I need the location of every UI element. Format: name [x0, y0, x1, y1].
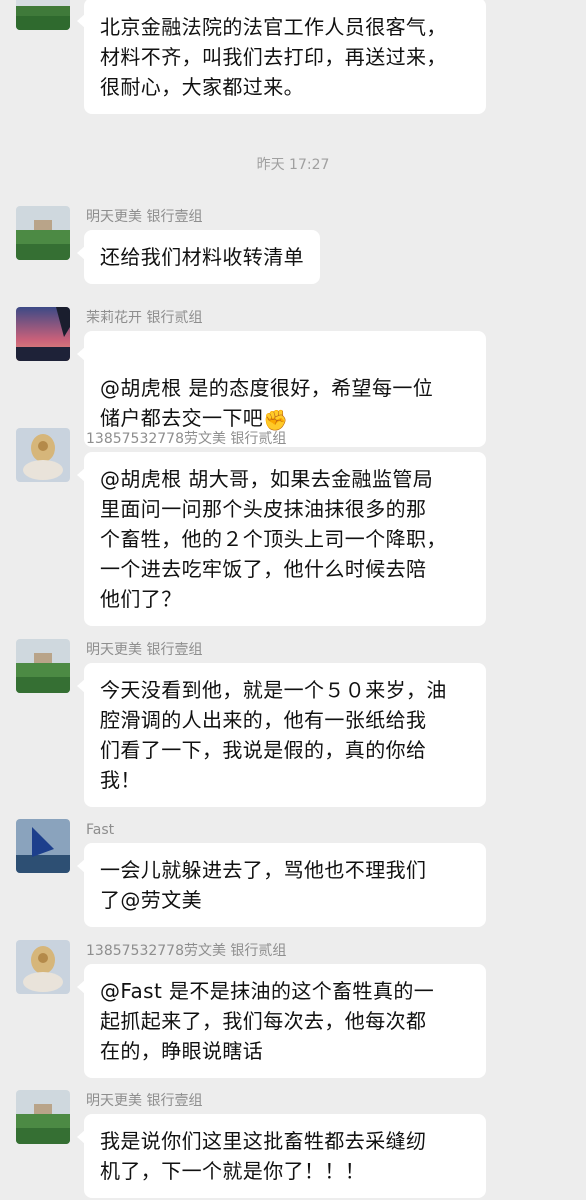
field-landscape-avatar-icon: [16, 206, 70, 260]
sender-name: Fast: [86, 822, 115, 838]
deity-statue-avatar-icon: [16, 428, 70, 482]
field-landscape-avatar-icon: [16, 0, 70, 30]
message-bubble[interactable]: @Fast 是不是抹油的这个畜牲真的一 起抓起来了，我们每次去，他每次都 在的，…: [77, 964, 486, 1078]
avatar[interactable]: [16, 639, 70, 693]
deity-statue-avatar-icon: [16, 940, 70, 994]
avatar[interactable]: [16, 206, 70, 260]
sender-name: 明天更美 银行壹组: [86, 209, 203, 225]
message-bubble[interactable]: 一会儿就躲进去了，骂他也不理我们 了@劳文美: [77, 843, 486, 927]
avatar[interactable]: [16, 0, 70, 30]
sender-name: 明天更美 银行壹组: [86, 642, 203, 658]
chat-window: 北京金融法院的法官工作人员很客气， 材料不齐，叫我们去打印，再送过来， 很耐心，…: [0, 0, 586, 1200]
avatar[interactable]: [16, 819, 70, 873]
message-bubble[interactable]: 我是说你们这里这批畜牲都去采缝纫 机了，下一个就是你了！！！: [77, 1114, 486, 1198]
avatar[interactable]: [16, 1090, 70, 1144]
avatar[interactable]: [16, 428, 70, 482]
message-bubble[interactable]: @胡虎根 胡大哥，如果去金融监管局 里面问一问那个头皮抹油抹很多的那 个畜牲，他…: [77, 452, 486, 626]
sunset-landscape-avatar-icon: [16, 307, 70, 361]
message-bubble[interactable]: 今天没看到他，就是一个５０来岁，油 腔滑调的人出来的，他有一张纸给我 们看了一下…: [77, 663, 486, 807]
sender-name: 明天更美 银行壹组: [86, 1093, 203, 1109]
avatar[interactable]: [16, 940, 70, 994]
field-landscape-avatar-icon: [16, 1090, 70, 1144]
message-bubble[interactable]: 北京金融法院的法官工作人员很客气， 材料不齐，叫我们去打印，再送过来， 很耐心，…: [77, 0, 486, 114]
field-landscape-avatar-icon: [16, 639, 70, 693]
sender-name: 茉莉花开 银行贰组: [86, 310, 203, 326]
sailboat-avatar-icon: [16, 819, 70, 873]
message-bubble[interactable]: 还给我们材料收转清单: [77, 230, 320, 284]
avatar[interactable]: [16, 307, 70, 361]
timestamp: 昨天 17:27: [256, 157, 330, 173]
sender-name: 13857532778劳文美 银行贰组: [86, 943, 287, 959]
sender-name: 13857532778劳文美 银行贰组: [86, 431, 287, 447]
